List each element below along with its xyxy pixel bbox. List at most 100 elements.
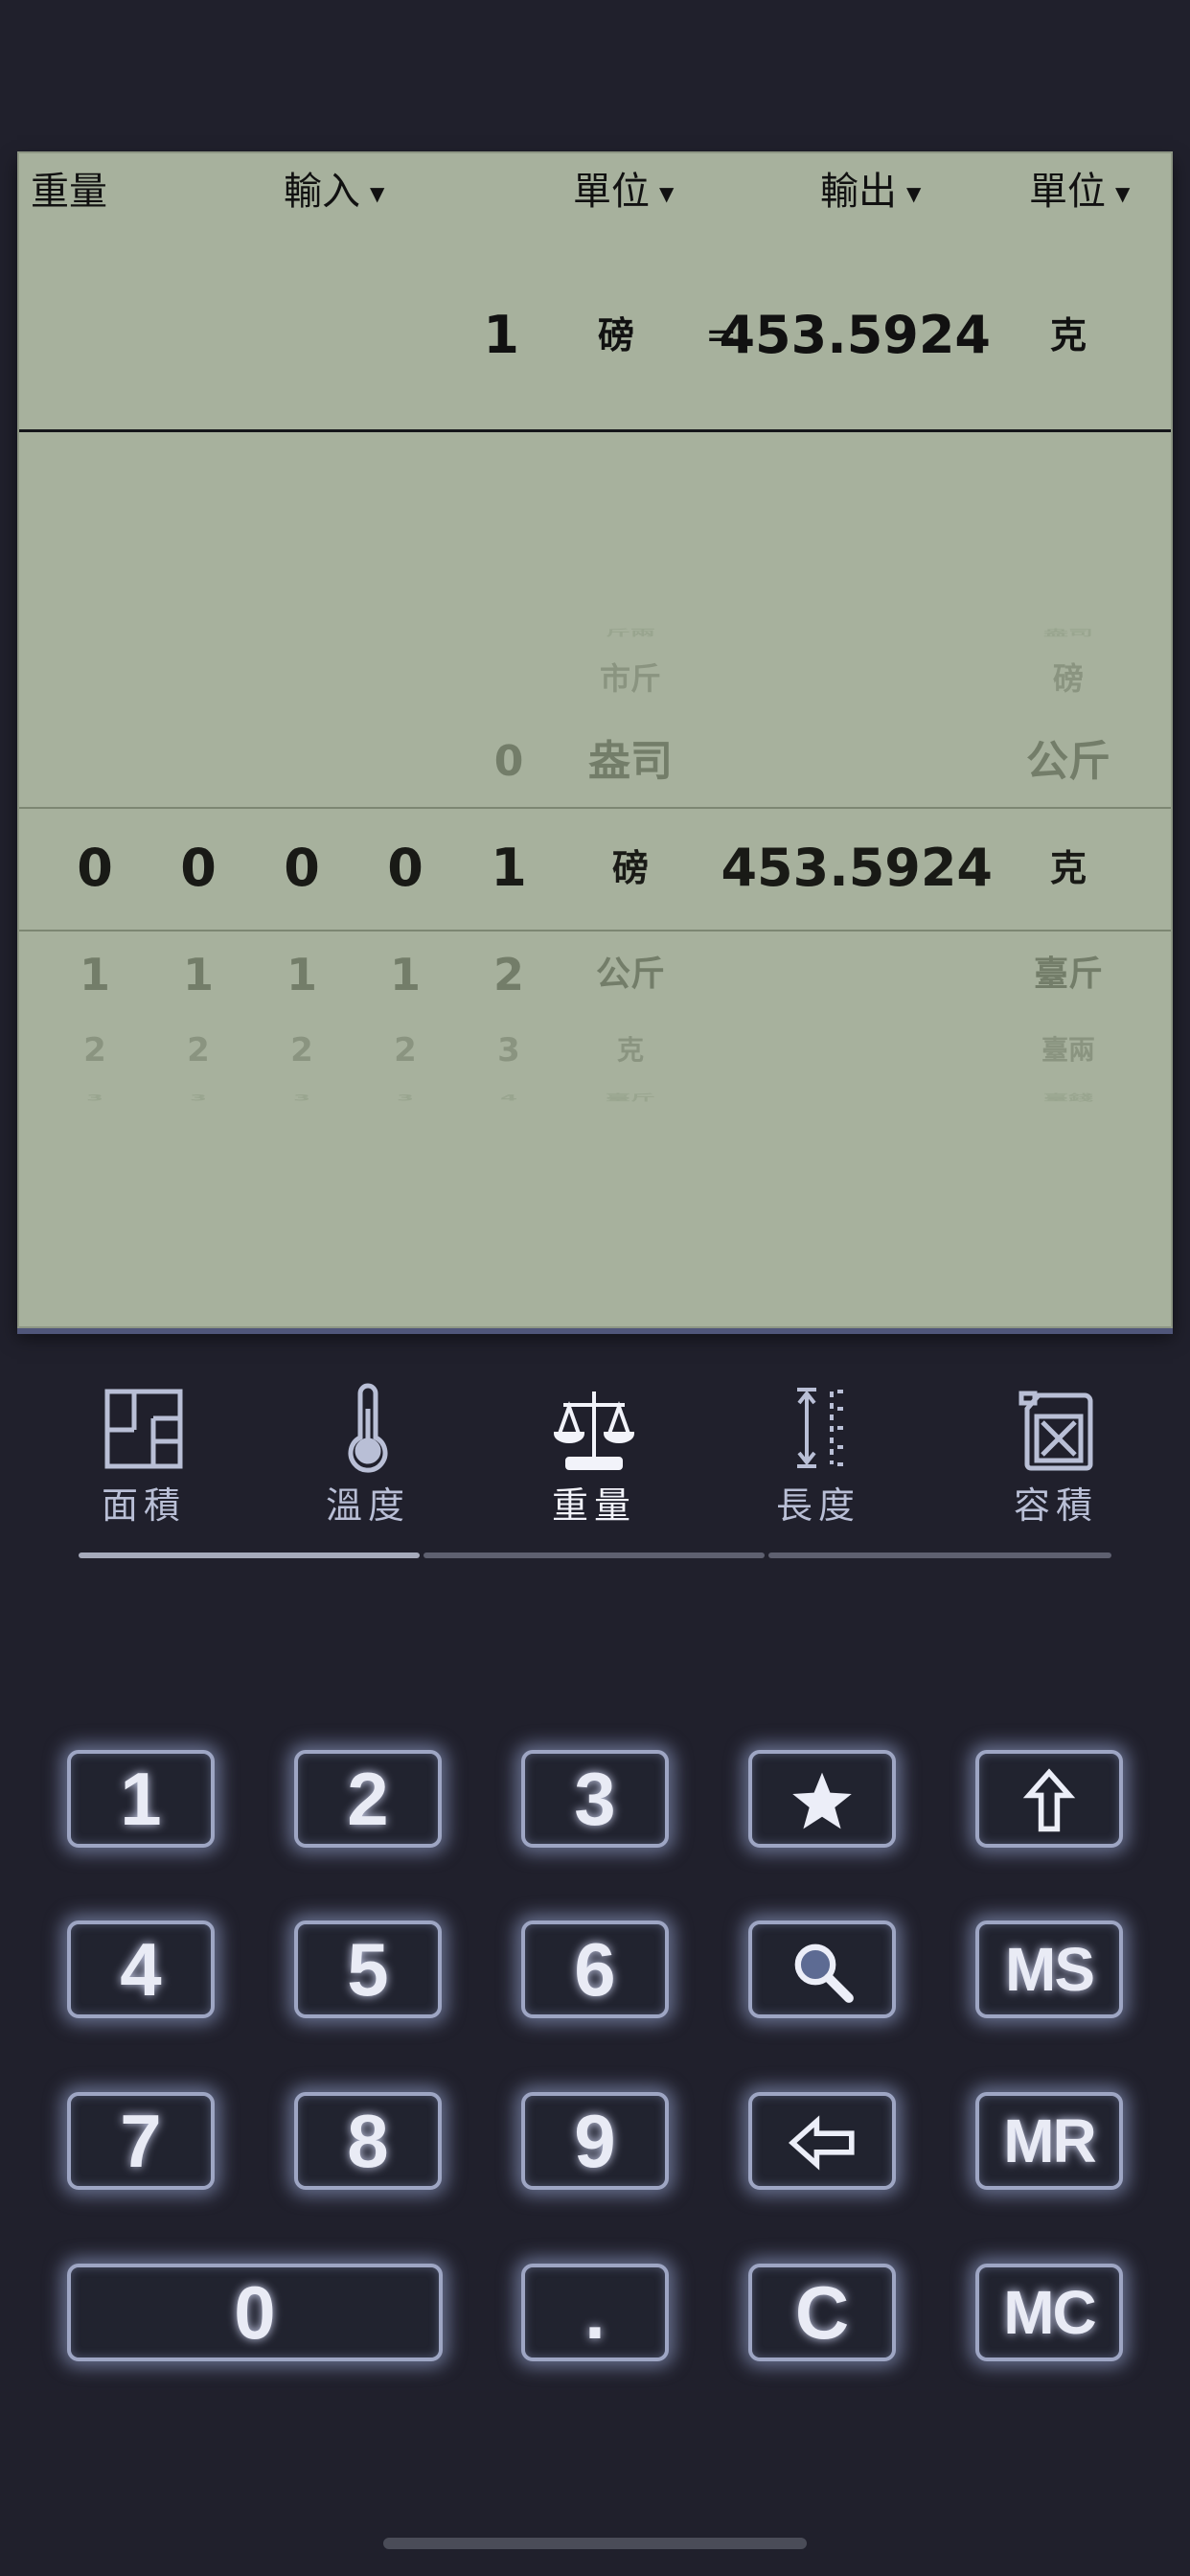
input-unit-dropdown-label: 單位 (573, 170, 650, 214)
selection-line-bottom (19, 930, 1171, 932)
backspace-button[interactable] (748, 2092, 896, 2190)
jerrycan-icon (1018, 1391, 1093, 1471)
wheel-digit[interactable]: 0 (155, 824, 241, 912)
wheel-digit: 1 (182, 949, 214, 1000)
wheel-digit: 3 (497, 1031, 520, 1070)
decimal-point-button[interactable]: . (521, 2264, 669, 2361)
wheel-digit: 3 (292, 1092, 311, 1103)
wheel-row-below-2[interactable]: 2 2 2 2 3 克 臺兩 (19, 1024, 1171, 1077)
wheel-output-unit: 臺斤 (1033, 954, 1103, 994)
tab-length[interactable]: 長度 (732, 1380, 904, 1533)
favorite-button[interactable] (748, 1750, 896, 1848)
wheel-row-above-3[interactable]: 斤兩 盎司 (19, 624, 1171, 639)
tab-indicator-middle (423, 1552, 765, 1558)
wheel-digit[interactable]: 1 (466, 824, 552, 912)
key-7[interactable]: 7 (67, 2092, 215, 2190)
wheel-output-unit[interactable]: 克 (996, 824, 1140, 912)
clear-button[interactable]: C (748, 2264, 896, 2361)
wheel-input-unit: 市斤 (599, 660, 661, 697)
key-2[interactable]: 2 (294, 1750, 442, 1848)
key-3[interactable]: 3 (521, 1750, 669, 1848)
result-input-value: 1 (483, 305, 519, 365)
wheel-digit: 1 (286, 949, 317, 1000)
wheel-digit[interactable]: 0 (259, 824, 345, 912)
wheel-digit: 2 (290, 1031, 313, 1070)
wheel-digit: 2 (394, 1031, 417, 1070)
memory-store-button[interactable]: MS (975, 1920, 1123, 2018)
home-indicator[interactable] (383, 2538, 807, 2549)
wheel-input-unit: 臺斤 (605, 1092, 655, 1103)
wheel-input-unit: 公斤 (595, 954, 665, 994)
key-9[interactable]: 9 (521, 2092, 669, 2190)
wheel-digit[interactable]: 0 (52, 824, 138, 912)
wheel-output-unit: 公斤 (1026, 737, 1110, 786)
conversion-result: 1 磅 = 453.5924 克 (19, 288, 1171, 383)
tab-label: 長度 (775, 1484, 860, 1527)
memory-recall-button[interactable]: MR (975, 2092, 1123, 2190)
wheel-row-below-3[interactable]: 3 3 3 3 4 臺斤 臺錢 (19, 1089, 1171, 1103)
wheel-output-value: 453.5924 (721, 838, 993, 898)
star-icon (792, 1772, 852, 1829)
wheel-output-unit: 臺兩 (1041, 1034, 1095, 1066)
output-dropdown[interactable]: 輸出 ▼ (820, 163, 921, 220)
key-6[interactable]: 6 (521, 1920, 669, 2018)
result-output-value: 453.5924 (719, 305, 991, 365)
floorplan-icon (104, 1389, 183, 1469)
divider (19, 429, 1171, 432)
ruler-icon (797, 1388, 843, 1468)
scale-icon (553, 1392, 635, 1470)
wheel-row-below-1[interactable]: 1 1 1 1 2 公斤 臺斤 (19, 941, 1171, 1008)
wheel-digit: 1 (79, 949, 110, 1000)
wheel-input-unit: 盎司 (588, 737, 673, 786)
wheel-digit: 2 (83, 1031, 106, 1070)
tab-label: 溫度 (325, 1484, 410, 1527)
key-5[interactable]: 5 (294, 1920, 442, 2018)
input-unit-dropdown[interactable]: 單位 ▼ (573, 163, 674, 220)
tab-label: 容積 (1013, 1484, 1098, 1527)
key-4[interactable]: 4 (67, 1920, 215, 2018)
backspace-arrow-icon (788, 2115, 855, 2171)
key-1[interactable]: 1 (67, 1750, 215, 1848)
wheel-digit: 4 (499, 1092, 518, 1103)
tab-weight[interactable]: 重量 (508, 1380, 680, 1533)
wheel-row-above-2[interactable]: 市斤 磅 (19, 652, 1171, 705)
wheel-digit: 2 (187, 1031, 210, 1070)
tab-temperature[interactable]: 溫度 (282, 1380, 454, 1533)
tab-indicator-left (79, 1552, 420, 1558)
tab-volume[interactable]: 容積 (970, 1380, 1142, 1533)
tab-indicator-right (768, 1552, 1111, 1558)
wheel-output-unit: 臺錢 (1042, 1092, 1093, 1103)
wheel-digit[interactable]: 0 (362, 824, 448, 912)
search-button[interactable] (748, 1920, 896, 2018)
wheel-digit: 3 (189, 1092, 208, 1103)
category-title: 重量 (31, 170, 107, 214)
search-icon (794, 1944, 854, 2003)
input-dropdown-label: 輸入 (284, 170, 360, 214)
tab-label: 重量 (551, 1484, 636, 1527)
category-tabs: 面積 溫度 重量 長度 容積 (0, 1380, 1190, 1572)
input-dropdown[interactable]: 輸入 ▼ (284, 163, 384, 220)
swap-up-button[interactable] (975, 1750, 1123, 1848)
output-unit-dropdown[interactable]: 單位 ▼ (1029, 163, 1130, 220)
tab-area[interactable]: 面積 (57, 1380, 230, 1533)
key-0[interactable]: 0 (67, 2264, 443, 2361)
output-unit-dropdown-label: 單位 (1029, 170, 1106, 214)
wheel-input-unit: 克 (616, 1034, 644, 1066)
selection-line-top (19, 807, 1171, 809)
wheel-digit: 3 (396, 1092, 415, 1103)
wheel-digit: 0 (493, 737, 524, 786)
output-dropdown-label: 輸出 (820, 170, 897, 214)
dropdown-arrow-icon: ▼ (370, 182, 385, 205)
memory-clear-button[interactable]: MC (975, 2264, 1123, 2361)
key-8[interactable]: 8 (294, 2092, 442, 2190)
result-output-unit: 克 (1050, 314, 1087, 356)
result-input-unit: 磅 (598, 314, 635, 356)
wheel-row-above-1[interactable]: 0 盎司 公斤 (19, 728, 1171, 795)
thermometer-icon (348, 1383, 388, 1473)
wheel-digit: 2 (492, 949, 524, 1000)
dropdown-arrow-icon: ▼ (659, 182, 675, 205)
lcd-display: 重量 輸入 ▼ 單位 ▼ 輸出 ▼ 單位 ▼ 1 磅 = 453.5924 克 斤兩 盎… (17, 151, 1173, 1328)
wheel-input-unit: 斤兩 (605, 628, 655, 639)
wheel-row-selected[interactable]: 0 0 0 0 1 磅 453.5924 克 (19, 824, 1171, 912)
tab-label: 面積 (101, 1484, 186, 1527)
